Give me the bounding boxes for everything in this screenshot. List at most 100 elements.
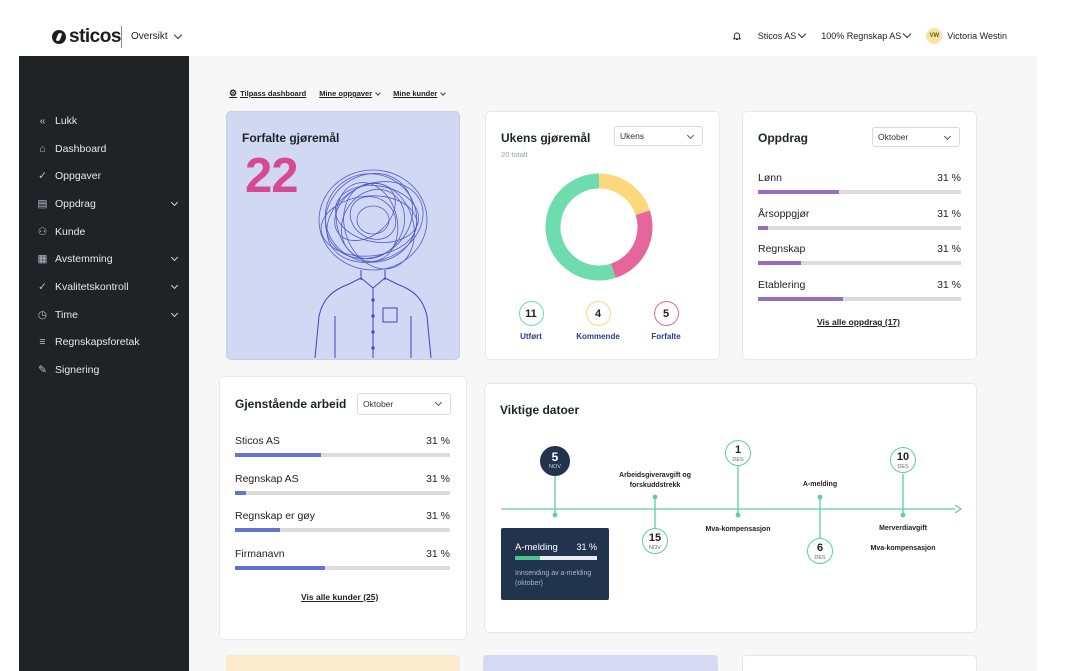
timeline-arrow <box>954 504 963 514</box>
check-icon: ✓ <box>38 170 47 183</box>
card-peek-blue <box>483 655 718 671</box>
progress-row-header: Lønn 31 % <box>758 172 961 184</box>
date-marker-1-des[interactable]: 1 DES <box>725 440 751 466</box>
my-tasks-dropdown[interactable]: Mine oppgaver <box>319 88 381 99</box>
section-dropdown[interactable]: Oversikt <box>131 30 182 42</box>
clock-icon: ◷ <box>37 308 48 321</box>
progress-fill <box>235 528 281 532</box>
collapse-icon: « <box>39 114 46 127</box>
date-marker-10-des[interactable]: 10 DES <box>890 447 916 473</box>
sidebar: « Lukk ⌂ Dashboard ✓ Oppgaver ▤ Oppdrag ⚇ Kunde ▦ A… <box>19 56 189 671</box>
progress-row[interactable]: Regnskap 31 % <box>758 243 961 265</box>
filter-bar: ⚙ Tilpass dashboard Mine oppgaver Mine k… <box>229 88 447 99</box>
main-content: ⚙ Tilpass dashboard Mine oppgaver Mine k… <box>189 56 1037 671</box>
users-icon: ⚇ <box>37 225 48 238</box>
progress-row[interactable]: Årsoppgjør 31 % <box>758 208 961 230</box>
stat-overdue[interactable]: 5 Forfalte <box>636 301 696 341</box>
donut-slice-utført[interactable] <box>545 173 616 281</box>
assignments-title: Oppdrag <box>758 131 808 145</box>
remaining-month-select[interactable]: Oktober <box>357 393 451 415</box>
client-dropdown[interactable]: 100% Regnskap AS <box>821 29 912 41</box>
view-all-customers-link[interactable]: Vis alle kunder (25) <box>301 592 378 602</box>
customize-label: Tilpass dashboard <box>240 89 307 98</box>
week-select[interactable]: Ukens <box>614 126 703 146</box>
donut-slice-forfalte[interactable] <box>610 210 653 278</box>
overdue-count-badge: 5 <box>653 301 679 326</box>
progress-row-header: Regnskap AS 31 % <box>235 473 450 485</box>
date-marker-15-nov[interactable]: 15 NOV <box>642 528 668 554</box>
progress-row-header: Etablering 31 % <box>758 279 961 291</box>
tooltip-title: A-melding <box>515 542 558 553</box>
overdue-tasks-card[interactable]: Forfalte gjøremål 22 <box>226 111 460 360</box>
progress-row-name: Sticos AS <box>235 435 280 447</box>
sidebar-item-oppgaver[interactable]: ✓ Oppgaver <box>37 162 182 190</box>
progress-row[interactable]: Regnskap er gøy 31 % <box>235 510 450 532</box>
date-marker-6-des[interactable]: 6 DES <box>807 538 833 564</box>
sidebar-item-time[interactable]: ◷ Time <box>37 301 182 329</box>
sidebar-item-dashboard[interactable]: ⌂ Dashboard <box>37 135 182 163</box>
progress-row-percent: 31 % <box>937 243 961 255</box>
sidebar-item-oppdrag[interactable]: ▤ Oppdrag <box>37 190 182 218</box>
divider <box>121 26 122 48</box>
chevron-down-icon <box>173 30 182 39</box>
sticos-logo[interactable]: sticos <box>52 27 121 46</box>
stat-done[interactable]: 11 Utført <box>501 301 561 341</box>
company-label: Sticos AS <box>757 31 797 41</box>
sidebar-item-label: Dashboard <box>55 142 107 155</box>
company-dropdown[interactable]: Sticos AS <box>757 29 807 41</box>
view-all-assignments-link[interactable]: Vis alle oppdrag (17) <box>817 317 900 327</box>
sidebar-item-label: Avstemming <box>55 253 113 266</box>
bell-icon[interactable] <box>732 31 742 41</box>
sidebar-item-kunde[interactable]: ⚇ Kunde <box>37 218 182 246</box>
card-peek-yellow <box>226 655 460 671</box>
user-name: Victoria Westin <box>947 31 1007 41</box>
my-customers-dropdown[interactable]: Mine kunder <box>393 88 447 99</box>
label-mva-kompensasjon-2: Mva-kompensasjon <box>870 545 936 552</box>
progress-track <box>758 225 961 230</box>
logo-mark-icon <box>52 29 66 44</box>
card-peek-white <box>742 655 977 671</box>
progress-row[interactable]: Lønn 31 % <box>758 172 961 194</box>
progress-row-name: Firmanavn <box>235 547 285 560</box>
progress-row[interactable]: Sticos AS 31 % <box>235 435 450 457</box>
weekly-tasks-card: Ukens gjøremål 20 totalt Ukens 11 Utført… <box>485 111 720 360</box>
customize-dashboard-button[interactable]: ⚙ Tilpass dashboard <box>229 88 306 99</box>
assignments-month-select[interactable]: Oktober <box>872 127 960 147</box>
tooltip-progress-fill <box>515 556 541 560</box>
sidebar-item-lukk[interactable]: « Lukk <box>37 107 182 135</box>
label-a-melding: A-melding <box>802 481 838 488</box>
upcoming-count-badge: 4 <box>585 301 611 326</box>
progress-row-header: Regnskap er gøy 31 % <box>235 510 450 522</box>
table-icon: ▦ <box>37 253 48 266</box>
date-marker-5-nov[interactable]: 5 NOV <box>540 446 570 476</box>
overdue-tasks-title: Forfalte gjøremål <box>242 131 340 145</box>
logo-text: sticos <box>69 26 121 47</box>
date-day: 15 <box>648 532 662 544</box>
date-day: 1 <box>734 444 742 456</box>
remaining-work-title: Gjenstående arbeid <box>235 397 347 411</box>
stat-upcoming[interactable]: 4 Kommende <box>568 301 628 341</box>
sidebar-item-label: Kunde <box>55 225 86 238</box>
progress-track <box>758 261 961 265</box>
progress-row-name: Regnskap er gøy <box>235 510 315 522</box>
user-menu[interactable]: VW Victoria Westin <box>926 28 1007 44</box>
sidebar-item-signering[interactable]: ✎ Signering <box>37 356 182 384</box>
sidebar-item-regnskapsforetak[interactable]: ≡ Regnskapsforetak <box>37 329 182 357</box>
progress-row-percent: 31 % <box>937 278 961 291</box>
sidebar-item-kvalitetskontroll[interactable]: ✓ Kvalitetskontroll <box>37 273 182 301</box>
progress-row[interactable]: Regnskap AS 31 % <box>235 473 450 495</box>
progress-row-percent: 31 % <box>426 435 450 447</box>
section-label: Oversikt <box>131 31 168 42</box>
progress-row-percent: 31 % <box>426 510 450 522</box>
sidebar-item-avstemming[interactable]: ▦ Avstemming <box>37 245 182 273</box>
progress-row-header: Firmanavn 31 % <box>235 548 450 560</box>
donut-slice-kommende[interactable] <box>598 173 650 216</box>
progress-row[interactable]: Firmanavn 31 % <box>235 548 450 570</box>
date-day: 6 <box>816 542 824 554</box>
progress-row[interactable]: Etablering 31 % <box>758 279 961 301</box>
week-select-value: Ukens <box>620 131 645 141</box>
progress-fill <box>758 225 769 230</box>
weekly-tasks-title: Ukens gjøremål <box>501 131 591 145</box>
sidebar-item-label: Oppgaver <box>55 170 102 183</box>
progress-row-header: Årsoppgjør 31 % <box>758 208 961 220</box>
